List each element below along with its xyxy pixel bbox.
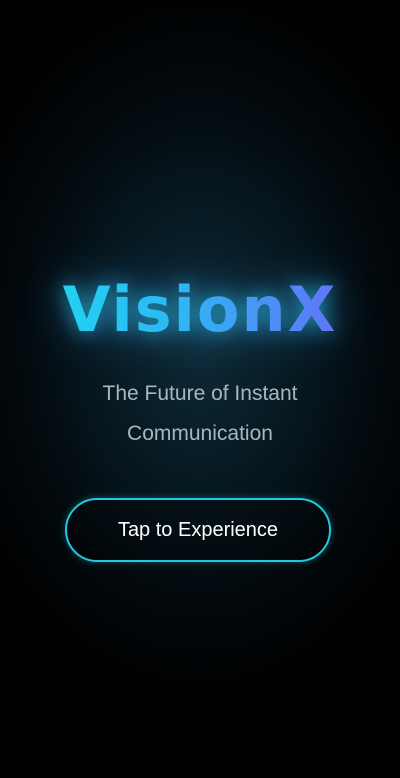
tap-to-experience-label: Tap to Experience — [117, 519, 279, 541]
tagline: The Future of Instant Communication — [40, 374, 360, 454]
app-logo: VisionX — [0, 270, 400, 350]
splash-screen: VisionX The Future of Instant Communicat… — [0, 0, 400, 778]
tap-to-experience-button[interactable]: Tap to Experience — [65, 498, 331, 562]
tagline-line-1: The Future of Instant — [102, 382, 298, 405]
tagline-line-2: Communication — [127, 422, 273, 445]
